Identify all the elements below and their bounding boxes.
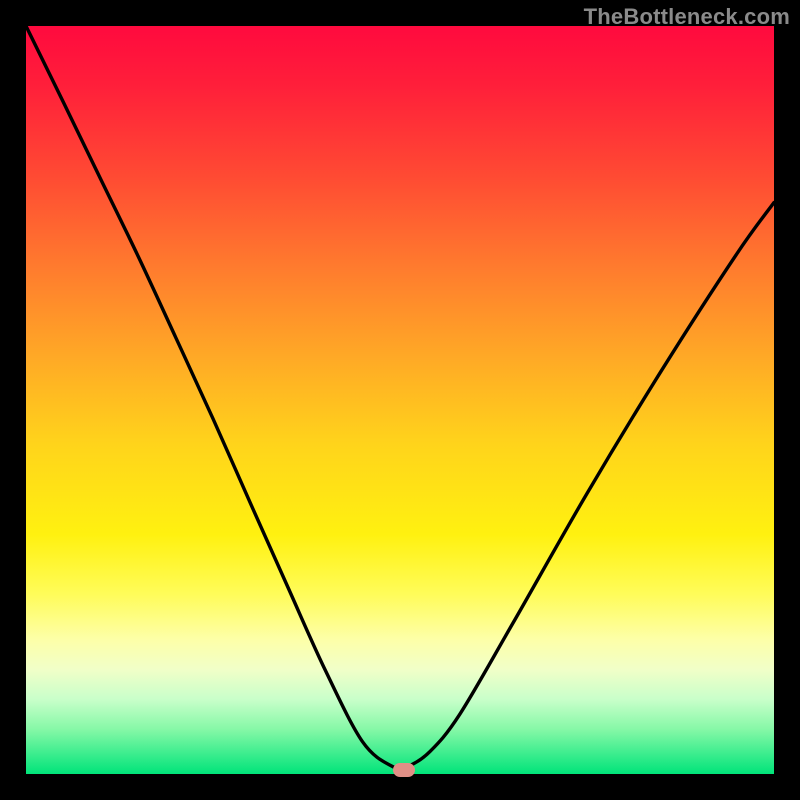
watermark-text: TheBottleneck.com	[584, 4, 790, 30]
chart-container: TheBottleneck.com	[0, 0, 800, 800]
plot-area	[26, 26, 774, 774]
chart-curve	[26, 26, 774, 774]
optimum-marker	[393, 763, 415, 777]
